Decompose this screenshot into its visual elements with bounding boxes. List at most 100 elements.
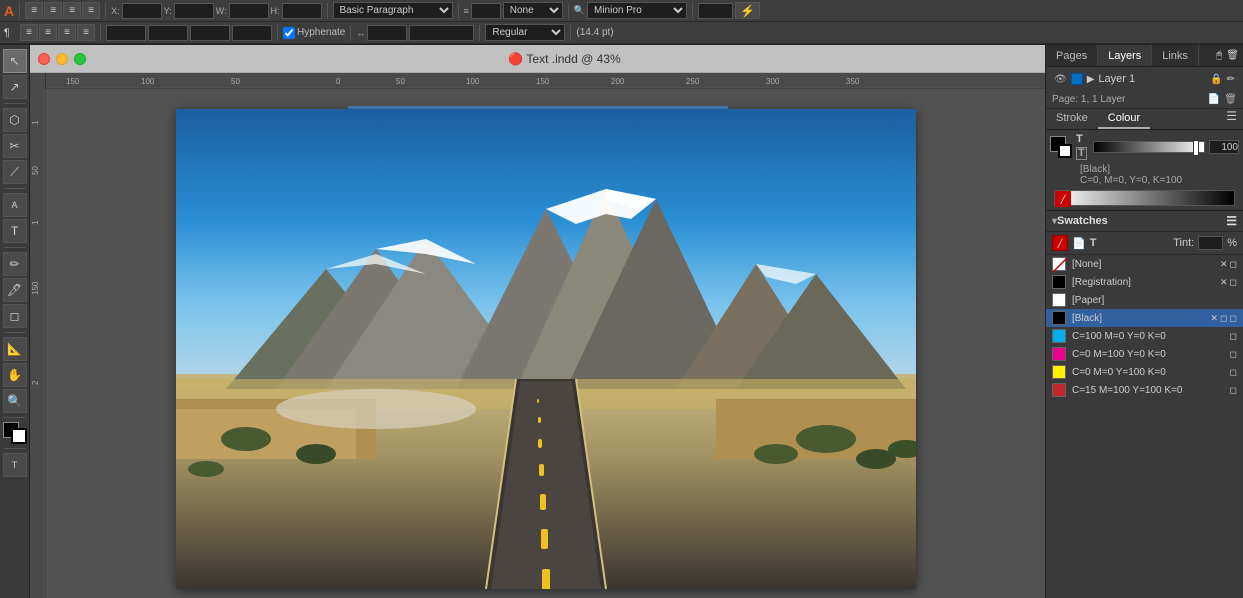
- pen-tool-btn[interactable]: 🖊: [3, 278, 27, 302]
- hyphenate-checkbox[interactable]: [283, 27, 295, 39]
- gutter-input[interactable]: 0: [232, 25, 272, 41]
- kern-input[interactable]: 33.938 mm: [409, 25, 474, 41]
- colour-tab[interactable]: Colour: [1098, 109, 1150, 129]
- font-select[interactable]: Minion Pro: [587, 2, 687, 19]
- swatch-black[interactable]: [Black] ✕ ◻ ◻: [1046, 309, 1243, 327]
- swatch-red[interactable]: C=15 M=100 Y=100 K=0 ◻: [1046, 381, 1243, 399]
- swatch-type-icon-3: ◻: [1220, 313, 1227, 324]
- pencil-tool-btn[interactable]: ✏: [3, 252, 27, 276]
- rect-tool-btn[interactable]: ◻: [3, 304, 27, 328]
- align-center2-btn[interactable]: ≡: [39, 24, 57, 41]
- y-pos-input[interactable]: 0 mm: [174, 3, 214, 19]
- swatch-magenta[interactable]: C=0 M=100 Y=0 K=0 ◻: [1046, 345, 1243, 363]
- sep-r2-1: [100, 25, 101, 41]
- swatch-none[interactable]: [None] ✕ ◻: [1046, 255, 1243, 273]
- max-btn[interactable]: [74, 53, 86, 65]
- zoom-tool-btn[interactable]: 🔍: [3, 389, 27, 413]
- tool-sep-6: [4, 448, 26, 449]
- x2-group: 0 mm: [106, 25, 146, 41]
- none-select[interactable]: None: [503, 2, 563, 19]
- align-right-btn[interactable]: ≡: [63, 2, 81, 19]
- panel-action-1[interactable]: 🖱: [1216, 50, 1222, 61]
- new-page-btn[interactable]: 📄: [1208, 94, 1220, 105]
- lightning-btn[interactable]: ⚡: [735, 2, 760, 19]
- hand-tool-btn[interactable]: ✋: [3, 363, 27, 387]
- new-swatch-btn[interactable]: 📄: [1072, 237, 1086, 250]
- swatch-red-icons: ◻: [1230, 385, 1237, 396]
- swatch-yellow-icons: ◻: [1230, 367, 1237, 378]
- colour-pct-input[interactable]: [1209, 140, 1239, 154]
- colour-panel-menu[interactable]: ☰: [1220, 109, 1243, 129]
- tint-value-input[interactable]: 100: [1198, 236, 1223, 250]
- swatch-black-name: [Black]: [1072, 313, 1204, 324]
- h-input[interactable]: 0 mm: [282, 3, 322, 19]
- tab-spacer: [1199, 45, 1212, 66]
- swatch-cyan[interactable]: C=100 M=0 Y=0 K=0 ◻: [1046, 327, 1243, 345]
- ruler-vertical: 1 50 1 150 2: [30, 89, 46, 598]
- stroke-tab[interactable]: Stroke: [1046, 109, 1098, 129]
- swatch-paper[interactable]: [Paper]: [1046, 291, 1243, 309]
- panel-actions: 🖱 🗑: [1212, 45, 1243, 66]
- close-btn[interactable]: [38, 53, 50, 65]
- char-tool-btn[interactable]: A: [3, 193, 27, 217]
- canvas-viewport[interactable]: [46, 89, 1045, 598]
- tool-sep-4: [4, 332, 26, 333]
- direct-select-btn[interactable]: ↗: [3, 75, 27, 99]
- sc-spacer: [1150, 109, 1220, 129]
- tab-links[interactable]: Links: [1152, 45, 1199, 66]
- left-toolbar: ↖ ↗ ⬡ ✂ ⟋ A T ✏ 🖊 ◻ 📐 ✋ 🔍 T: [0, 45, 30, 598]
- line-tool-btn[interactable]: ⟋: [3, 160, 27, 184]
- panel-action-2[interactable]: 🗑: [1226, 50, 1239, 61]
- align-justify2-btn[interactable]: ≡: [77, 24, 95, 41]
- x-icon-1: ✕: [1220, 259, 1228, 270]
- scissor-tool-btn[interactable]: ✂: [3, 134, 27, 158]
- scene-svg: [176, 109, 916, 589]
- frame-type-btn[interactable]: T: [3, 453, 27, 477]
- layer-visibility-eye[interactable]: 👁: [1054, 74, 1067, 85]
- fill-stroke-indicator: [3, 422, 27, 444]
- layer-lock-icon[interactable]: 🔒: [1210, 74, 1222, 85]
- x-icon-3: ✕: [1210, 313, 1218, 324]
- align-left-btn[interactable]: ≡: [25, 2, 43, 19]
- swatches-menu-icon[interactable]: ☰: [1226, 214, 1237, 228]
- tool-sep-2: [4, 188, 26, 189]
- select-tool-btn[interactable]: ↖: [3, 49, 27, 73]
- layer-1-item[interactable]: 👁 ▶ Layer 1 🔒 ✏: [1050, 71, 1239, 87]
- swatch-yellow[interactable]: C=0 M=0 Y=100 K=0 ◻: [1046, 363, 1243, 381]
- col-input[interactable]: 0: [190, 25, 230, 41]
- align-right2-btn[interactable]: ≡: [58, 24, 76, 41]
- tab-pages[interactable]: Pages: [1046, 45, 1098, 66]
- swatch-magenta-icons: ◻: [1230, 349, 1237, 360]
- layer-edit-icon[interactable]: ✏: [1227, 74, 1235, 85]
- colour-stroke-box[interactable]: [1058, 144, 1072, 158]
- frame-tool-btn[interactable]: ⬡: [3, 108, 27, 132]
- swatch-registration[interactable]: [Registration] ✕ ◻: [1046, 273, 1243, 291]
- cols-input[interactable]: 1: [471, 3, 501, 19]
- colour-slider[interactable]: [1093, 141, 1205, 153]
- type-swatch-btn[interactable]: T: [1090, 237, 1097, 249]
- type-tool-btn[interactable]: T: [3, 219, 27, 243]
- tab-layers[interactable]: Layers: [1098, 45, 1152, 66]
- sep-r2-3: [350, 25, 351, 41]
- align-justify-btn[interactable]: ≡: [82, 2, 100, 19]
- swatches-title: Swatches: [1057, 215, 1108, 227]
- w-input[interactable]: 0 mm: [229, 3, 269, 19]
- y2-input[interactable]: 0 mm: [148, 25, 188, 41]
- tracking-input[interactable]: 4.233: [367, 25, 407, 41]
- font-size-input[interactable]: 12 pt: [698, 3, 733, 19]
- x2-input[interactable]: 0 mm: [106, 25, 146, 41]
- gradient-stop-indicator[interactable]: ╱: [1055, 191, 1071, 207]
- delete-page-btn[interactable]: 🗑: [1224, 94, 1237, 105]
- align-center-btn[interactable]: ≡: [44, 2, 62, 19]
- font-variant-select[interactable]: Regular: [485, 24, 565, 41]
- stroke-swatch-indicator[interactable]: [11, 428, 27, 444]
- align-left2-btn[interactable]: ≡: [20, 24, 38, 41]
- kern-group: 33.938 mm: [409, 25, 474, 41]
- min-btn[interactable]: [56, 53, 68, 65]
- paragraph-style-select[interactable]: Basic Paragraph: [333, 2, 453, 19]
- measure-tool-btn[interactable]: 📐: [3, 337, 27, 361]
- swatch-fill-indicator[interactable]: ╱: [1052, 235, 1068, 251]
- t-stroke-icon: T: [1076, 147, 1087, 160]
- x-pos-input[interactable]: 0 mm: [122, 3, 162, 19]
- y2-group: 0 mm: [148, 25, 188, 41]
